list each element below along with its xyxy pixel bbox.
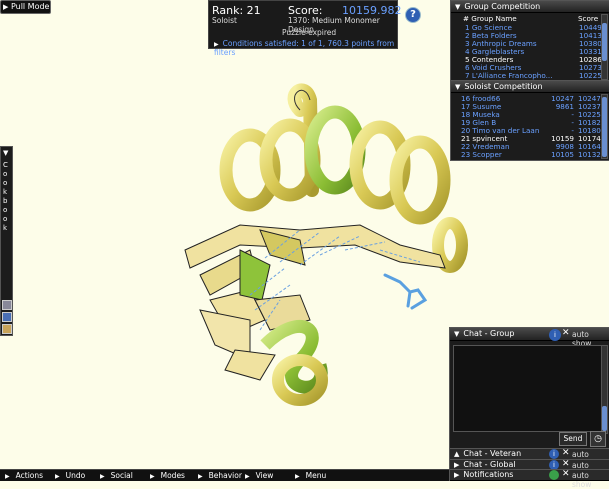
soloist-score: 10132 bbox=[578, 150, 601, 159]
menu-view[interactable]: ▶ View bbox=[245, 470, 273, 482]
chat-global-title: Chat - Global bbox=[463, 460, 516, 469]
soloist-name: 23 Scopper bbox=[461, 150, 502, 159]
conditions-toggle[interactable]: ▶ Conditions satisfied: 1 of 1, 760.3 poi… bbox=[214, 39, 397, 57]
recipe-icon[interactable] bbox=[2, 300, 12, 310]
collapse-icon: ▼ bbox=[3, 149, 9, 157]
soloist-scrollbar[interactable] bbox=[601, 94, 608, 159]
arrow-icon: ▶ bbox=[245, 473, 250, 480]
clock-icon[interactable]: ◷ bbox=[590, 431, 606, 447]
help-icon[interactable]: ? bbox=[405, 7, 421, 23]
info-icon[interactable]: i bbox=[549, 449, 559, 459]
cookbook-label: Cookbook bbox=[3, 161, 8, 232]
auto-show-label[interactable]: auto show bbox=[572, 471, 609, 489]
col-group-name: # Group Name bbox=[463, 14, 517, 23]
chat-veteran-title: Chat - Veteran bbox=[463, 449, 522, 458]
scroll-thumb[interactable] bbox=[602, 406, 607, 431]
scroll-thumb[interactable] bbox=[602, 97, 607, 157]
puzzle-status: Puzzle expired bbox=[282, 28, 337, 37]
close-icon[interactable]: ✕ bbox=[562, 469, 570, 479]
chat-log[interactable] bbox=[453, 345, 602, 432]
group-competition-panel: ▼ Group Competition # Group Name Score 1 … bbox=[450, 0, 609, 82]
beta-sheet bbox=[184, 224, 446, 381]
score-panel: Rank: 21 Score: 10159.982 Soloist 1370: … bbox=[208, 0, 402, 57]
menu-social[interactable]: ▶ Social bbox=[100, 470, 133, 482]
notifications-panel[interactable]: ▶ Notifications ✕ auto show bbox=[449, 469, 609, 489]
mode-label: Soloist bbox=[212, 16, 237, 25]
collapse-icon: ▼ bbox=[455, 3, 461, 11]
soloist-competition-header[interactable]: ▼ Soloist Competition bbox=[451, 81, 609, 93]
scroll-thumb[interactable] bbox=[602, 23, 607, 61]
info-icon[interactable]: i bbox=[549, 329, 561, 341]
script-icon[interactable] bbox=[2, 312, 12, 322]
arrow-icon: ▶ bbox=[198, 473, 203, 480]
bottom-menu-bar: ▶ Actions ▶ Undo ▶ Social ▶ Modes ▶ Behavior ▶ View… bbox=[0, 469, 449, 481]
chat-scrollbar[interactable] bbox=[601, 345, 608, 434]
group-scrollbar[interactable] bbox=[601, 14, 608, 80]
send-button[interactable]: Send bbox=[559, 432, 587, 446]
menu-behavior[interactable]: ▶ Behavior bbox=[198, 470, 242, 482]
group-score: 10225 bbox=[579, 71, 602, 80]
menu-menu[interactable]: ▶ Menu bbox=[295, 470, 326, 482]
notification-status-icon bbox=[549, 470, 559, 480]
side-chain bbox=[383, 273, 428, 310]
arrow-icon: ▶ bbox=[150, 473, 155, 480]
soloist-competition-panel: ▼ Soloist Competition 16 frood66 10247 1024… bbox=[450, 80, 609, 161]
menu-undo[interactable]: ▶ Undo bbox=[55, 470, 85, 482]
menu-modes[interactable]: ▶ Modes bbox=[150, 470, 185, 482]
cookbook-panel[interactable]: ▼ Cookbook bbox=[0, 146, 13, 336]
folder-icon[interactable] bbox=[2, 324, 12, 334]
pull-mode-label: Pull Mode bbox=[10, 2, 50, 11]
arrow-icon: ▶ bbox=[295, 473, 300, 480]
group-row[interactable]: 7 L'Alliance Francopho... 10225 bbox=[465, 71, 605, 80]
soloist-row[interactable]: 23 Scopper 10105 10132 bbox=[461, 150, 601, 159]
close-icon[interactable]: ✕ bbox=[562, 459, 570, 469]
notifications-title: Notifications bbox=[463, 470, 514, 479]
close-icon[interactable]: ✕ bbox=[562, 328, 570, 338]
collapse-icon: ▼ bbox=[454, 330, 460, 338]
arrow-icon: ▶ bbox=[5, 473, 10, 480]
col-score: Score bbox=[578, 14, 599, 23]
soloist-best: 10105 bbox=[551, 150, 574, 159]
collapse-icon: ▼ bbox=[455, 83, 461, 91]
close-icon[interactable]: ✕ bbox=[562, 448, 570, 458]
group-competition-header[interactable]: ▼ Group Competition bbox=[451, 1, 609, 13]
pull-mode-arrow-icon: ▶ bbox=[3, 3, 9, 11]
helix-bottom bbox=[260, 320, 328, 406]
group-table-header: # Group Name Score bbox=[463, 14, 603, 23]
arrow-icon: ▶ bbox=[100, 473, 105, 480]
arrow-icon: ▶ bbox=[55, 473, 60, 480]
chat-group-panel: ▼ Chat - Group i ✕ auto show Send ◷ bbox=[449, 327, 609, 451]
pull-mode-button[interactable]: ▶ Pull Mode bbox=[0, 0, 51, 14]
group-name: 7 L'Alliance Francopho... bbox=[465, 71, 553, 80]
menu-actions[interactable]: ▶ Actions bbox=[5, 470, 43, 482]
